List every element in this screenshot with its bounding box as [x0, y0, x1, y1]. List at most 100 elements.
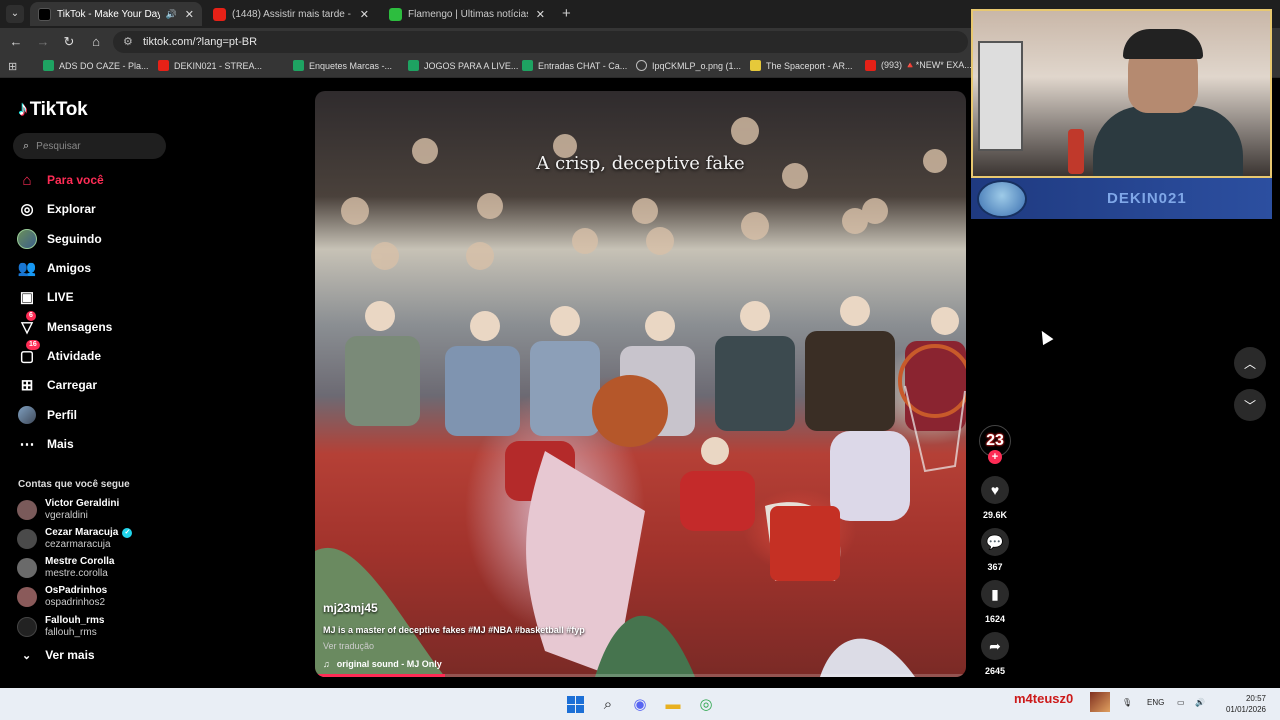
follow-plus-icon[interactable]: +	[988, 450, 1002, 464]
messages-badge: 6	[26, 311, 36, 321]
tiktok-note-icon: ♪	[18, 98, 28, 120]
apps-grid-icon[interactable]: ⊞	[8, 60, 17, 73]
address-bar[interactable]: ⚙ tiktok.com/?lang=pt-BR	[113, 31, 968, 53]
avatar	[17, 529, 37, 549]
webcam-headset	[1123, 29, 1203, 59]
comment-button[interactable]: 💬	[981, 528, 1009, 556]
sidebar-item-para-voce[interactable]: ⌂ Para você	[17, 169, 103, 191]
audio-playing-icon[interactable]: 🔊	[166, 9, 177, 20]
tiktok-logo[interactable]: ♪ TikTok	[18, 98, 88, 121]
file-explorer-icon[interactable]: ▬	[663, 694, 683, 714]
like-button[interactable]: ♥	[981, 476, 1009, 504]
bookmark-item[interactable]: The Spaceport - AR...	[750, 60, 853, 71]
network-icon[interactable]: ▭	[1177, 698, 1185, 707]
bookmark-item[interactable]: IpqCKMLP_o.png (1...	[636, 60, 741, 71]
tab-search-chevron-icon[interactable]: ⌄	[6, 5, 24, 23]
avatar	[17, 587, 37, 607]
new-tab-button[interactable]: +	[562, 5, 571, 22]
sidebar-item-live[interactable]: ▣ LIVE	[17, 286, 74, 308]
following-avatar	[17, 229, 37, 249]
translate-link[interactable]: Ver tradução	[323, 641, 585, 651]
chevron-down-icon: ﹀	[1243, 398, 1256, 413]
following-account[interactable]: Fallouh_rms fallouh_rms	[17, 615, 104, 639]
avatar	[17, 558, 37, 578]
sidebar-item-seguindo[interactable]: Seguindo	[17, 228, 102, 250]
close-tab-icon[interactable]: ✕	[185, 8, 194, 21]
sidebar-item-mais[interactable]: ⋯ Mais	[17, 433, 74, 455]
profile-avatar	[18, 406, 36, 424]
following-account[interactable]: Mestre Corolla mestre.corolla	[17, 556, 114, 580]
video-player[interactable]: A crisp, deceptive fake mj23mj45 MJ is a…	[315, 91, 966, 677]
share-arrow-icon: ➦	[989, 637, 1001, 654]
video-description: MJ is a master of deceptive fakes #MJ #N…	[323, 625, 585, 635]
bookmark-item[interactable]: JOGOS PARA A LIVE...	[408, 60, 518, 71]
tab-tiktok[interactable]: TikTok - Make Your Day 🔊 ✕	[30, 2, 202, 26]
home-button-icon[interactable]: ⌂	[88, 34, 104, 49]
search-icon[interactable]: ⌕	[598, 694, 618, 714]
globe-icon	[636, 60, 647, 71]
comment-icon: 💬	[986, 533, 1004, 550]
video-overlay-text: A crisp, deceptive fake	[536, 153, 745, 174]
taskbar-username: m4teusz0	[1014, 691, 1074, 706]
bookmark-item[interactable]: ADS DO CAZE - Pla...	[43, 60, 149, 71]
avatar	[17, 500, 37, 520]
sidebar-item-mensagens[interactable]: ▽ 6 Mensagens	[17, 311, 112, 338]
following-account[interactable]: OsPadrinhos ospadrinhos2	[17, 585, 107, 609]
video-progress-bar[interactable]	[315, 674, 966, 677]
sidebar-item-explorar[interactable]: ◎ Explorar	[17, 198, 95, 220]
save-count: 1624	[984, 614, 1006, 624]
microphone-icon[interactable]: 🎙	[1122, 698, 1132, 707]
like-count: 29.6K	[982, 510, 1008, 520]
mascot-logo	[977, 179, 1027, 218]
youtube-icon	[865, 60, 876, 71]
close-tab-icon[interactable]: ✕	[360, 8, 369, 21]
sidebar-item-atividade[interactable]: ▢ 16 Atividade	[17, 340, 101, 367]
more-icon: ⋯	[19, 436, 35, 453]
chrome-icon[interactable]: ◎	[696, 694, 716, 714]
sidebar-item-amigos[interactable]: 👥 Amigos	[17, 257, 91, 279]
friends-icon: 👥	[17, 260, 37, 277]
tab-youtube[interactable]: (1448) Assistir mais tarde - YouT ✕	[205, 2, 377, 26]
save-button[interactable]: ▮	[981, 580, 1009, 608]
video-author-link[interactable]: mj23mj45	[323, 601, 585, 615]
chevron-up-icon: ︿	[1243, 356, 1256, 371]
bookmark-item[interactable]: DEKIN021 - STREA...	[158, 60, 262, 71]
bookmark-item[interactable]: (993) 🔺*NEW* EXA...	[865, 60, 972, 71]
activity-badge: 16	[26, 340, 40, 350]
following-account[interactable]: Cezar Maracuja ✓ cezarmaracuja	[17, 527, 133, 551]
see-more-button[interactable]: ⌄ Ver mais	[22, 648, 95, 662]
sidebar-item-carregar[interactable]: ⊞ Carregar	[17, 374, 97, 396]
bookmark-item[interactable]: Enquetes Marcas -...	[293, 60, 392, 71]
webcam-overlay	[971, 9, 1272, 178]
language-indicator[interactable]: ENG	[1147, 698, 1164, 707]
site-info-icon[interactable]: ⚙	[123, 31, 133, 53]
video-frame	[315, 117, 966, 677]
share-button[interactable]: ➦	[981, 632, 1009, 660]
video-info: mj23mj45 MJ is a master of deceptive fak…	[323, 601, 585, 669]
music-note-icon: ♫	[323, 659, 330, 669]
search-input[interactable]: ⌕ Pesquisar	[13, 133, 166, 159]
reload-icon[interactable]: ↻	[61, 34, 77, 50]
system-clock[interactable]: 20:57 01/01/2026	[1218, 693, 1266, 715]
following-account[interactable]: Victor Geraldini vgeraldini	[17, 498, 119, 522]
taskbar-thumbnail[interactable]	[1090, 692, 1110, 712]
windows-start-icon[interactable]	[565, 694, 585, 714]
sound-link[interactable]: ♫ original sound - MJ Only	[323, 659, 585, 669]
close-tab-icon[interactable]: ✕	[536, 8, 545, 21]
youtube-favicon-icon	[213, 7, 226, 21]
tab-flamengo[interactable]: Flamengo | Últimas notícias, res ✕	[381, 2, 553, 26]
avatar	[17, 617, 37, 637]
bookmark-item[interactable]: Entradas CHAT - Ca...	[522, 60, 627, 71]
previous-video-button[interactable]: ︿	[1234, 347, 1266, 379]
tiktok-favicon-icon	[38, 7, 51, 21]
sidebar-item-perfil[interactable]: Perfil	[17, 404, 77, 426]
back-arrow-icon[interactable]: ←	[8, 34, 24, 49]
forward-arrow-icon[interactable]: →	[35, 34, 51, 49]
volume-icon[interactable]: 🔊	[1195, 698, 1205, 707]
spaceport-icon	[750, 60, 761, 71]
sheets-icon	[293, 60, 304, 71]
next-video-button[interactable]: ﹀	[1234, 389, 1266, 421]
chevron-down-icon: ⌄	[22, 649, 32, 662]
discord-icon[interactable]: ◉	[630, 694, 650, 714]
heart-icon: ♥	[990, 482, 1000, 498]
